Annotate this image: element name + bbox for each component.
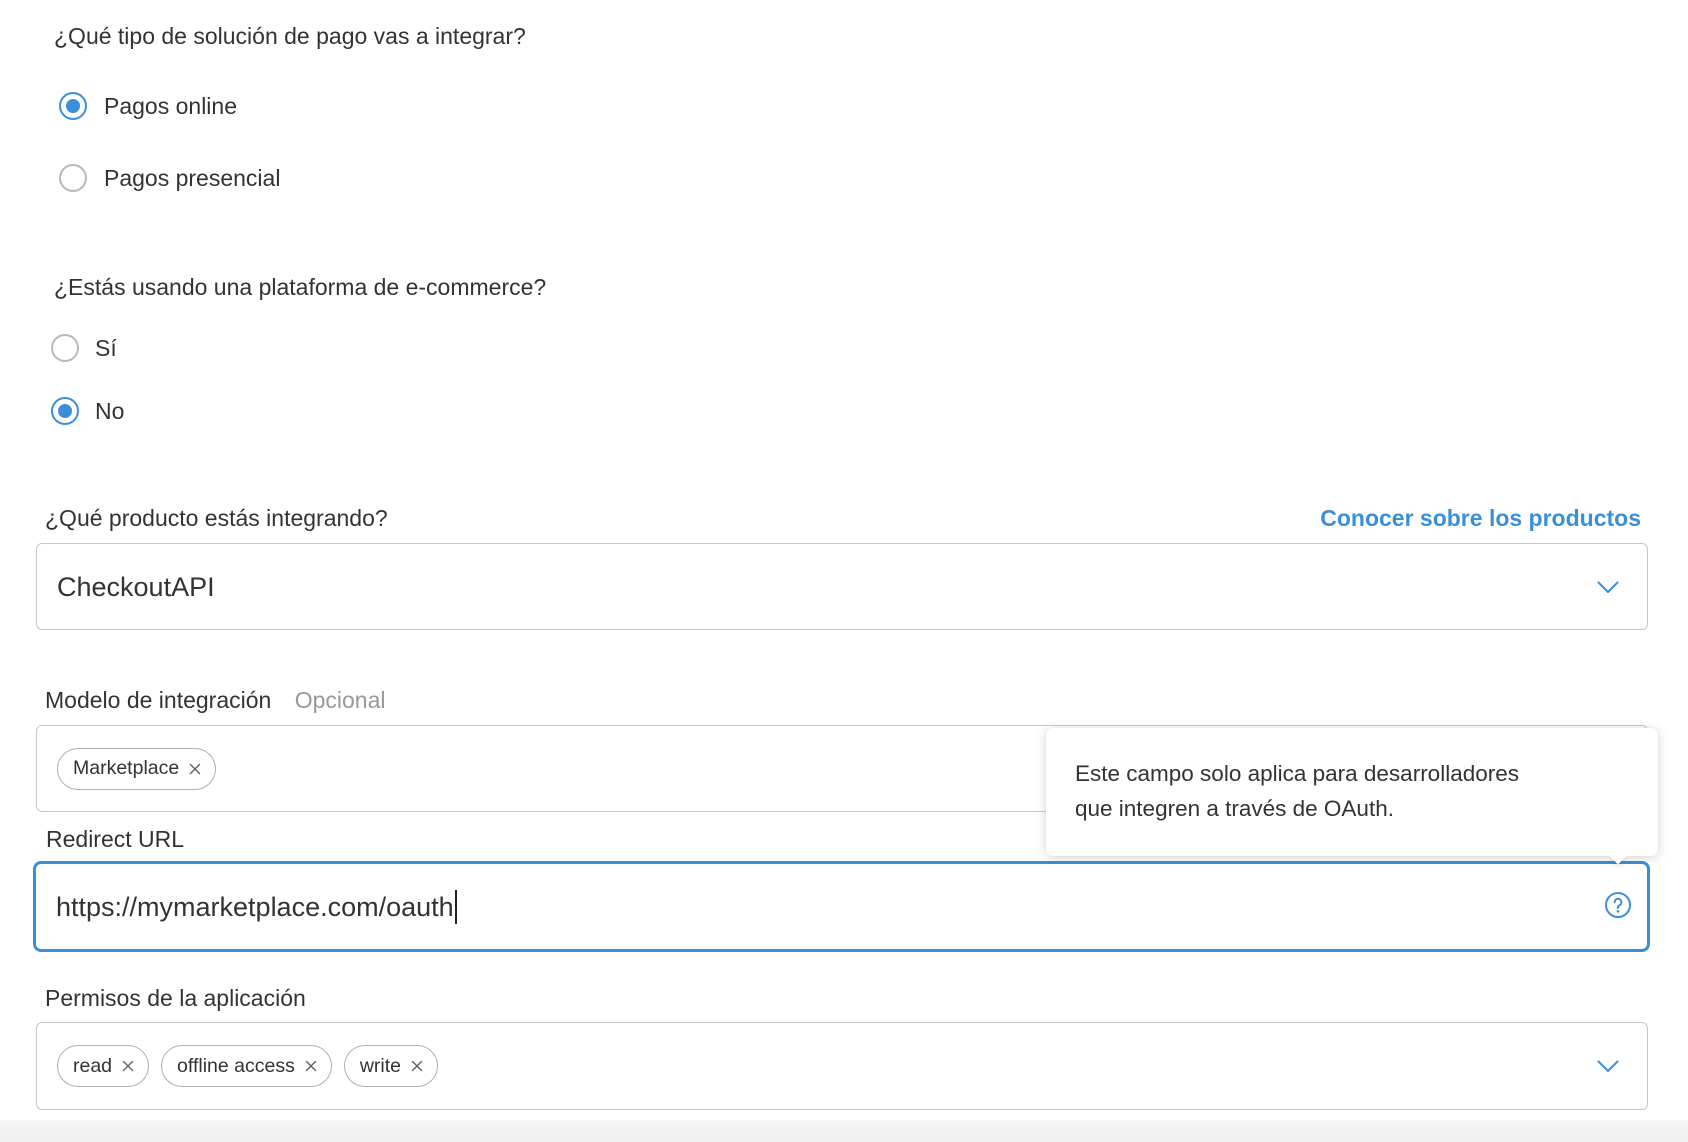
tag-chip-marketplace: Marketplace — [57, 747, 217, 790]
page-bottom-edge — [0, 1120, 1688, 1142]
close-icon[interactable] — [411, 1060, 423, 1072]
learn-products-link[interactable]: Conocer sobre los productos — [1320, 504, 1641, 532]
payment-solution-question: ¿Qué tipo de solución de pago vas a inte… — [54, 23, 526, 49]
permissions-multiselect[interactable]: read offline access write — [36, 1022, 1648, 1110]
close-icon[interactable] — [122, 1060, 134, 1072]
tag-label: read — [73, 1054, 113, 1077]
radio-option-pagos-online[interactable]: Pagos online — [59, 92, 237, 120]
redirect-url-value: https://mymarketplace.com/oauth — [56, 891, 454, 922]
redirect-url-input[interactable]: https://mymarketplace.com/oauth — [33, 861, 1650, 952]
ecommerce-platform-question: ¿Estás usando una plataforma de e-commer… — [54, 274, 547, 300]
radio-label: Pagos presencial — [104, 165, 281, 191]
tooltip-text-line: Este campo solo aplica para desarrollado… — [1075, 761, 1519, 786]
radio-button[interactable] — [51, 334, 79, 362]
text-caret — [454, 889, 457, 924]
tag-list: read offline access write — [57, 1045, 438, 1087]
tag-label: offline access — [177, 1054, 295, 1077]
radio-label: Sí — [95, 335, 117, 361]
product-select-value: CheckoutAPI — [57, 571, 215, 602]
radio-label: Pagos online — [104, 93, 237, 119]
integration-model-label: Modelo de integración — [45, 687, 272, 713]
tag-chip-offline-access: offline access — [161, 1045, 332, 1087]
tag-list: Marketplace — [57, 747, 217, 790]
product-label: ¿Qué producto estás integrando? — [45, 505, 388, 531]
close-icon[interactable] — [305, 1060, 317, 1072]
tooltip-text-line: que integren a través de OAuth. — [1075, 795, 1394, 821]
tag-label: write — [359, 1054, 401, 1077]
product-select[interactable]: CheckoutAPI — [36, 543, 1648, 630]
permissions-label: Permisos de la aplicación — [45, 985, 306, 1011]
integration-model-label-row: Modelo de integración Opcional — [45, 686, 386, 714]
close-icon[interactable] — [189, 763, 201, 775]
question-circle-icon[interactable] — [1604, 891, 1632, 919]
redirect-url-label: Redirect URL — [46, 826, 185, 852]
optional-hint: Opcional — [294, 687, 386, 713]
tag-label: Marketplace — [73, 757, 180, 779]
redirect-url-value-wrap: https://mymarketplace.com/oauth — [56, 889, 457, 924]
tag-chip-write: write — [343, 1045, 438, 1087]
radio-option-no[interactable]: No — [51, 397, 124, 425]
tag-chip-read: read — [57, 1045, 150, 1087]
radio-option-pagos-presencial[interactable]: Pagos presencial — [59, 164, 280, 192]
radio-button[interactable] — [51, 397, 79, 425]
radio-label: No — [95, 398, 125, 424]
radio-button[interactable] — [59, 92, 87, 120]
radio-button[interactable] — [59, 164, 87, 192]
help-tooltip: Este campo solo aplica para desarrollado… — [1046, 728, 1658, 865]
chevron-down-icon[interactable] — [1597, 1060, 1619, 1073]
radio-option-si[interactable]: Sí — [51, 334, 117, 362]
chevron-down-icon[interactable] — [1597, 581, 1619, 594]
